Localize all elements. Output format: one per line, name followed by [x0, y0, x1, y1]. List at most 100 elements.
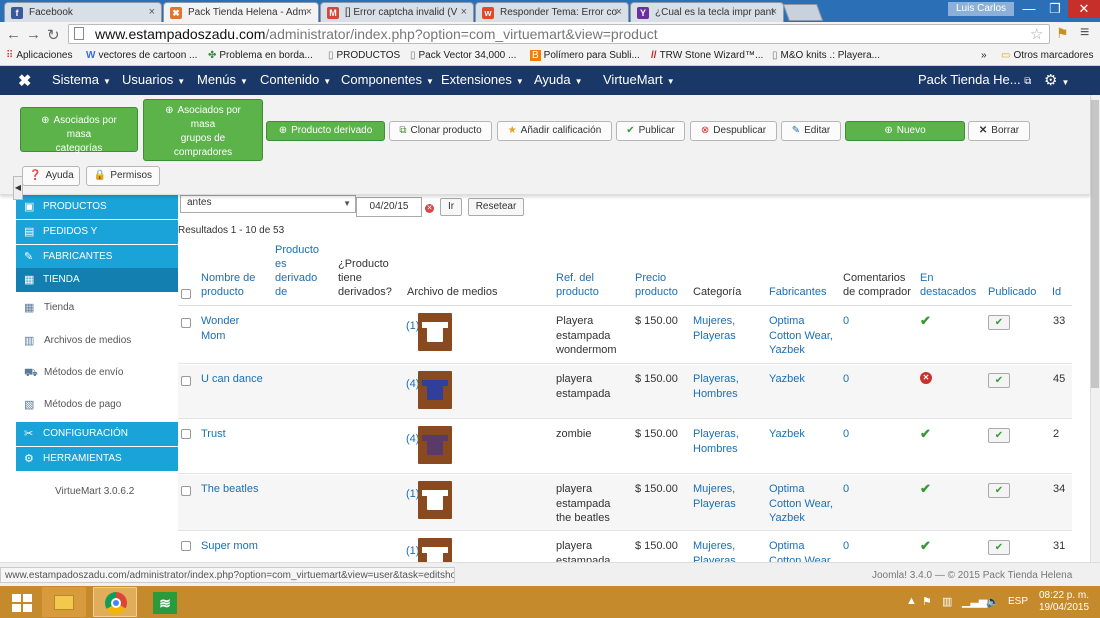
- not-featured-x-icon[interactable]: ✕: [920, 372, 932, 384]
- back-arrow-icon[interactable]: ←: [6, 26, 21, 43]
- col-ref-header[interactable]: Ref. del producto: [556, 271, 616, 299]
- tray-volume-icon[interactable]: 🔈: [986, 595, 1000, 608]
- product-category-link[interactable]: Playeras, Hombres: [693, 372, 753, 401]
- reset-button[interactable]: Resetear: [468, 198, 524, 216]
- tray-signal-icon[interactable]: ▁▃▅: [962, 595, 987, 608]
- clear-date-icon[interactable]: ✕: [425, 204, 434, 213]
- window-user-badge[interactable]: Luis Carlos: [948, 2, 1014, 16]
- tray-flag-icon[interactable]: ⚑: [922, 595, 932, 608]
- product-comments-link[interactable]: 0: [843, 314, 849, 329]
- product-name-link[interactable]: The beatles: [201, 482, 273, 497]
- derived-product-button[interactable]: ⊕ Producto derivado: [266, 121, 385, 141]
- bookmark-pack-vector[interactable]: ▯ Pack Vector 34,000 ...: [410, 50, 516, 61]
- windows-start-icon[interactable]: [12, 594, 32, 612]
- close-window-icon[interactable]: ✕: [1068, 0, 1100, 18]
- featured-check-icon[interactable]: ✔: [920, 481, 931, 497]
- edit-button[interactable]: ✎ Editar: [781, 121, 841, 141]
- tray-network-icon[interactable]: ▥: [942, 595, 952, 608]
- featured-check-icon[interactable]: ✔: [920, 426, 931, 442]
- gear-icon[interactable]: ⚙ ▼: [1044, 71, 1069, 89]
- published-toggle-button[interactable]: ✔: [988, 428, 1010, 443]
- site-name-link[interactable]: Pack Tienda He... ⧉: [918, 72, 1031, 87]
- menu-menus[interactable]: Menús ▼: [197, 72, 248, 87]
- reload-icon[interactable]: ↻: [47, 26, 60, 44]
- forward-arrow-icon[interactable]: →: [26, 26, 41, 43]
- product-thumbnail[interactable]: [418, 538, 452, 562]
- joomla-logo-icon[interactable]: ✖: [18, 71, 31, 91]
- menu-componentes[interactable]: Componentes ▼: [341, 72, 434, 87]
- sidebar-section-productos[interactable]: ▣ PRODUCTOS: [16, 195, 178, 219]
- tab-close-icon[interactable]: ×: [616, 6, 622, 18]
- row-checkbox[interactable]: [181, 318, 191, 328]
- bookmark-mo-knits[interactable]: ▯ M&O knits .: Playera...: [772, 50, 880, 61]
- row-checkbox[interactable]: [181, 541, 191, 551]
- product-thumbnail[interactable]: [418, 313, 452, 351]
- url-input[interactable]: www.estampadoszadu.com/administrator/ind…: [68, 24, 1050, 44]
- published-toggle-button[interactable]: ✔: [988, 483, 1010, 498]
- product-comments-link[interactable]: 0: [843, 372, 849, 387]
- sidebar-section-configuracion[interactable]: ✂ CONFIGURACIÓN: [16, 422, 178, 446]
- product-comments-link[interactable]: 0: [843, 427, 849, 442]
- product-thumbnail[interactable]: [418, 426, 452, 464]
- sidebar-item-tienda[interactable]: ▦ Tienda: [16, 293, 178, 323]
- tab-close-icon[interactable]: ×: [306, 6, 312, 18]
- bookmark-trw[interactable]: //TRW Stone Wizard™...: [651, 50, 763, 61]
- corel-taskbar-icon[interactable]: ≋: [143, 587, 187, 617]
- sidebar-section-tienda[interactable]: ▦ TIENDA: [16, 268, 178, 292]
- col-featured-header[interactable]: En destacados: [920, 271, 980, 299]
- extension-icon[interactable]: ⚑: [1056, 25, 1069, 42]
- row-checkbox[interactable]: [181, 429, 191, 439]
- bookmarks-overflow[interactable]: »: [981, 50, 987, 61]
- menu-extensiones[interactable]: Extensiones ▼: [441, 72, 524, 87]
- tab-close-icon[interactable]: ×: [149, 6, 155, 18]
- published-toggle-button[interactable]: ✔: [988, 540, 1010, 555]
- product-manufacturer-link[interactable]: Optima Cotton Wear, Yazbek: [769, 314, 839, 358]
- product-thumbnail[interactable]: [418, 371, 452, 409]
- sidebar-section-fabricantes[interactable]: ✎ FABRICANTES: [16, 245, 178, 269]
- bookmark-problema[interactable]: ✤ Problema en borda...: [208, 50, 313, 61]
- sidebar-section-pedidos[interactable]: ▤ PEDIDOS Y: [16, 220, 178, 244]
- bookmark-polimero[interactable]: B Polímero para Subli...: [530, 50, 640, 61]
- browser-tab-facebook[interactable]: f Facebook ×: [4, 2, 162, 22]
- taskbar-clock[interactable]: 08:22 p. m. 19/04/2015: [1034, 590, 1094, 614]
- mass-assign-groups-button[interactable]: ⊕ Asociados por masa grupos de compradore…: [143, 99, 263, 161]
- browser-tab-yahoo[interactable]: Y ¿Cual es la tecla impr pant ×: [630, 2, 784, 22]
- mass-assign-categories-button[interactable]: ⊕ Asociados por masa categorías: [20, 107, 138, 154]
- scrollbar-thumb[interactable]: [1091, 100, 1099, 388]
- browser-tab-gmail[interactable]: M [] Error captcha invalid (V ×: [320, 2, 474, 22]
- maximize-window-icon[interactable]: ❐: [1042, 0, 1068, 18]
- product-category-link[interactable]: Mujeres, Playeras: [693, 539, 753, 562]
- bookmark-star-icon[interactable]: ☆: [1030, 25, 1043, 43]
- tab-close-icon[interactable]: ×: [771, 6, 777, 18]
- select-all-checkbox[interactable]: [181, 289, 191, 299]
- chrome-taskbar-icon[interactable]: [93, 587, 137, 617]
- clone-product-button[interactable]: ⧉ Clonar producto: [389, 121, 492, 141]
- col-id-header[interactable]: Id: [1052, 285, 1072, 299]
- delete-button[interactable]: ✕ Borrar: [968, 121, 1030, 141]
- col-manufacturer-header[interactable]: Fabricantes: [769, 285, 835, 299]
- other-bookmarks[interactable]: ▭ Otros marcadores: [1001, 50, 1093, 61]
- browser-tab-forum[interactable]: w Responder Tema: Error co ×: [475, 2, 629, 22]
- row-checkbox[interactable]: [181, 376, 191, 386]
- help-button[interactable]: ❓ Ayuda: [22, 166, 80, 186]
- bookmark-apps[interactable]: ⠿ Aplicaciones: [6, 50, 72, 61]
- product-name-link[interactable]: U can dance: [201, 372, 273, 387]
- col-price-header[interactable]: Precio producto: [635, 271, 685, 299]
- sidebar-section-herramientas[interactable]: ⚙ HERRAMIENTAS: [16, 447, 178, 471]
- menu-contenido[interactable]: Contenido ▼: [260, 72, 331, 87]
- tab-close-icon[interactable]: ×: [461, 6, 467, 18]
- sidebar-item-media[interactable]: ▥ Archivos de medios: [16, 326, 178, 356]
- featured-check-icon[interactable]: ✔: [920, 313, 931, 329]
- published-toggle-button[interactable]: ✔: [988, 315, 1010, 330]
- menu-usuarios[interactable]: Usuarios ▼: [122, 72, 185, 87]
- featured-check-icon[interactable]: ✔: [920, 538, 931, 554]
- file-explorer-icon[interactable]: [42, 587, 86, 617]
- product-comments-link[interactable]: 0: [843, 539, 849, 554]
- product-name-link[interactable]: Wonder Mom: [201, 314, 261, 343]
- publish-button[interactable]: ✔ Publicar: [616, 121, 685, 141]
- bookmark-productos[interactable]: ▯ PRODUCTOS: [328, 50, 400, 61]
- product-manufacturer-link[interactable]: Yazbek: [769, 372, 839, 387]
- col-published-header[interactable]: Publicado: [988, 285, 1048, 299]
- language-indicator[interactable]: ESP: [1008, 596, 1028, 607]
- row-checkbox[interactable]: [181, 486, 191, 496]
